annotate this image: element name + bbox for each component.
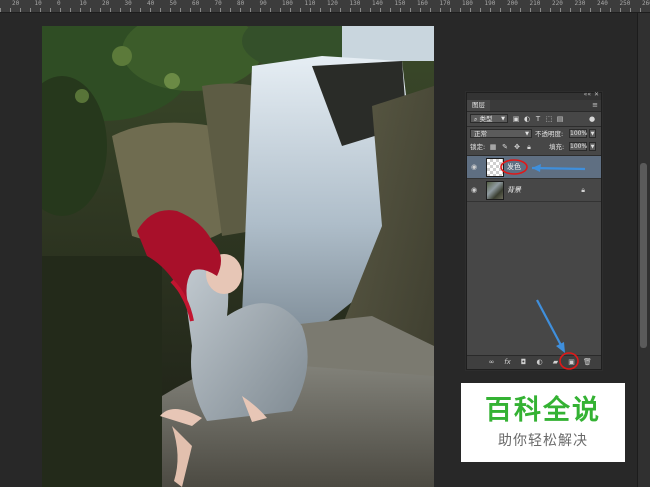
- ruler-label: 10: [79, 0, 87, 7]
- ruler-label: 120: [327, 0, 338, 7]
- shape-filter-icon[interactable]: ⬚: [545, 115, 553, 123]
- ruler-label: 60: [192, 0, 200, 7]
- ruler-label: 200: [507, 0, 518, 7]
- top-ruler: 20 10 0 10 20 30 40 50 60 70 80 90 100 110 120 130 140 15…: [0, 0, 650, 13]
- fx-icon[interactable]: fx: [503, 358, 512, 367]
- ruler-label: 20: [102, 0, 110, 7]
- fill-input[interactable]: 100%: [569, 142, 587, 151]
- new-layer-icon[interactable]: ▣: [567, 358, 576, 367]
- ruler-label: 220: [552, 0, 563, 7]
- ruler-label: 110: [304, 0, 316, 7]
- waterfall-photo: [42, 26, 434, 487]
- panel-menu-icon[interactable]: ≡: [592, 100, 598, 111]
- type-filter-icon[interactable]: T: [534, 115, 542, 123]
- lock-move-icon[interactable]: ✥: [513, 143, 521, 151]
- ruler-label: 100: [282, 0, 293, 7]
- filter-kind-label: 类型: [479, 115, 493, 123]
- ruler-label: 90: [259, 0, 267, 7]
- lock-paint-icon[interactable]: ✎: [501, 143, 509, 151]
- ruler-label: 160: [417, 0, 428, 7]
- eye-icon[interactable]: ◉: [471, 163, 479, 171]
- smart-object-filter-icon[interactable]: ▤: [556, 115, 564, 123]
- lock-transparent-icon[interactable]: ▦: [489, 143, 497, 151]
- panel-topbar[interactable]: «« ✕: [467, 91, 601, 100]
- blend-mode-dropdown[interactable]: 正常 ▼: [470, 129, 532, 138]
- layer-row-background[interactable]: ◉ 背景 🔒︎: [467, 179, 601, 202]
- panel-tabbar: 图层 ≡: [467, 100, 601, 112]
- opacity-input[interactable]: 100%: [569, 129, 587, 138]
- ruler-label: 130: [349, 0, 361, 7]
- lock-row: 锁定: ▦ ✎ ✥ 🔒︎ 填充: 100% ▼: [467, 141, 601, 155]
- ruler-label: 180: [462, 0, 473, 7]
- ruler-label: 150: [394, 0, 406, 7]
- collapse-icon[interactable]: ««: [584, 91, 591, 98]
- adjustment-filter-icon[interactable]: ◐: [523, 115, 531, 123]
- close-icon[interactable]: ✕: [594, 91, 599, 98]
- lock-all-icon[interactable]: 🔒︎: [525, 143, 533, 151]
- adjustment-layer-icon[interactable]: ◐: [535, 358, 544, 367]
- tab-layers[interactable]: 图层: [467, 100, 490, 111]
- ruler-label: 260: [642, 0, 650, 7]
- ruler-label: 40: [147, 0, 155, 7]
- add-mask-icon[interactable]: ◘: [519, 358, 528, 367]
- scrollbar-thumb[interactable]: [640, 163, 647, 348]
- watermark-title: 百科全说: [485, 395, 601, 426]
- layer-name[interactable]: 背景: [507, 185, 521, 195]
- panel-bottom-toolbar: ∞ fx ◘ ◐ ▰ ▣ 🗑︎: [467, 355, 601, 369]
- filter-kind-dropdown[interactable]: ⌕ 类型 ▼: [470, 114, 508, 123]
- watermark-subtitle: 助你轻松解决: [498, 433, 588, 449]
- opacity-chevron-icon[interactable]: ▼: [589, 129, 596, 138]
- layer-thumbnail: [486, 158, 504, 177]
- vertical-scrollbar[interactable]: [637, 13, 650, 487]
- layer-name[interactable]: 发色: [507, 162, 521, 172]
- lock-icon: 🔒︎: [581, 186, 585, 194]
- fill-label: 填充:: [549, 143, 565, 151]
- lock-label: 锁定:: [470, 143, 486, 151]
- ruler-label: 140: [372, 0, 383, 7]
- new-group-icon[interactable]: ▰: [551, 358, 560, 367]
- link-layers-icon[interactable]: ∞: [487, 358, 496, 367]
- ruler-label: 190: [484, 0, 496, 7]
- filter-row: ⌕ 类型 ▼ ▣ ◐ T ⬚ ▤ ●: [467, 112, 601, 126]
- blend-mode-label: 正常: [474, 130, 487, 138]
- ruler-label: 30: [124, 0, 132, 7]
- ruler-label: 170: [439, 0, 451, 7]
- layers-panel[interactable]: «« ✕ 图层 ≡ ⌕ 类型 ▼ ▣ ◐ T ⬚ ▤ ● 正常 ▼ 不透明度: …: [466, 91, 602, 370]
- layers-list[interactable]: ◉ 发色 ◉ 背景 🔒︎: [467, 156, 601, 356]
- filter-toggle-icon[interactable]: ●: [588, 115, 596, 123]
- ruler-label: 20: [12, 0, 20, 7]
- layer-thumbnail: [486, 181, 504, 200]
- ruler-label: 230: [574, 0, 586, 7]
- ruler-label: 50: [169, 0, 177, 7]
- ruler-label: 240: [597, 0, 608, 7]
- fill-chevron-icon[interactable]: ▼: [589, 142, 596, 151]
- blend-row: 正常 ▼ 不透明度: 100% ▼: [467, 127, 601, 141]
- opacity-label: 不透明度:: [535, 130, 564, 138]
- ruler-label: 80: [237, 0, 245, 7]
- ruler-label: 10: [34, 0, 42, 7]
- layer-row-hair-color[interactable]: ◉ 发色: [467, 156, 601, 179]
- watermark-logo: 百科全说 助你轻松解决: [461, 383, 625, 462]
- ruler-label: 250: [619, 0, 631, 7]
- ruler-label: 210: [529, 0, 541, 7]
- delete-layer-icon[interactable]: 🗑︎: [583, 358, 592, 367]
- search-icon: ⌕: [474, 116, 478, 123]
- chevron-down-icon: ▼: [501, 116, 505, 122]
- image-filter-icon[interactable]: ▣: [512, 115, 520, 123]
- document-image: [42, 26, 434, 487]
- eye-icon[interactable]: ◉: [471, 186, 479, 194]
- ruler-label: 70: [214, 0, 222, 7]
- chevron-down-icon: ▼: [525, 131, 529, 137]
- ruler-ticks: [0, 8, 650, 12]
- ruler-label: 0: [57, 0, 61, 7]
